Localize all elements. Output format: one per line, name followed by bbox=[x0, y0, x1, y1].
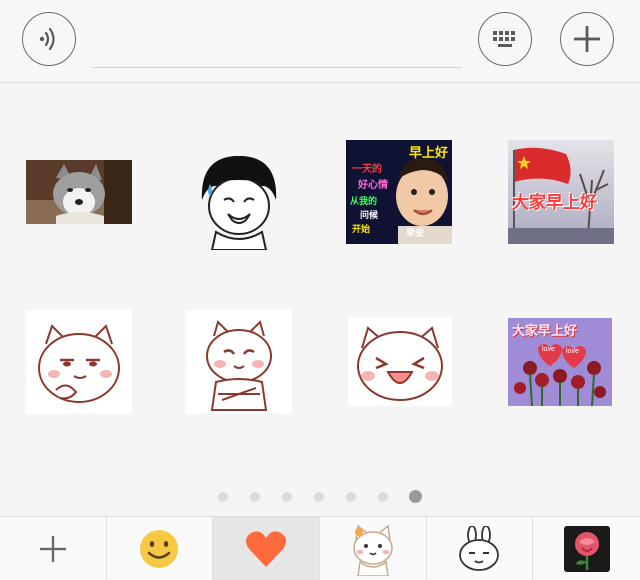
sticker-grid: 早上好 一天的 好心情 从我的 问候 开始 早安 大家早上好 大家早上好 lov… bbox=[0, 100, 640, 470]
morning-badge: 早安 bbox=[406, 228, 425, 238]
bowlcut-boy-image bbox=[201, 156, 277, 250]
rabbit-pack-tab[interactable] bbox=[427, 517, 534, 580]
voice-input-button[interactable] bbox=[22, 12, 76, 66]
rose-icon bbox=[563, 525, 610, 572]
page-indicator bbox=[0, 488, 640, 508]
cat-smirk-hand-chin-sticker[interactable] bbox=[26, 310, 132, 414]
roses-caption: 大家早上好 bbox=[512, 323, 578, 338]
page-dot[interactable] bbox=[250, 492, 260, 502]
heart-label-1: love bbox=[542, 346, 555, 353]
heart-label-2: love bbox=[566, 348, 579, 355]
husky-image bbox=[26, 160, 132, 224]
morning-line-1: 一天的 bbox=[352, 164, 382, 175]
cat-laugh-image bbox=[357, 326, 443, 401]
cat-arms-crossed-sticker[interactable] bbox=[186, 310, 292, 414]
page-dot[interactable] bbox=[314, 492, 324, 502]
husky-dog-sticker[interactable] bbox=[26, 160, 132, 224]
page-dot-active[interactable] bbox=[409, 490, 422, 503]
page-dot[interactable] bbox=[282, 492, 292, 502]
morning-line-3: 从我的 bbox=[350, 196, 378, 206]
smiley-icon bbox=[140, 529, 179, 568]
crying-bowlcut-boy-sticker[interactable] bbox=[186, 150, 292, 250]
voice-wave-icon bbox=[39, 27, 55, 51]
plus-icon bbox=[574, 26, 600, 52]
flag-caption: 大家早上好 bbox=[512, 193, 597, 212]
morning-title: 早上好 bbox=[408, 145, 448, 160]
rabbit-icon bbox=[459, 525, 500, 571]
add-sticker-tab[interactable] bbox=[0, 517, 107, 580]
page-dot[interactable] bbox=[218, 492, 228, 502]
sticker-tab-bar bbox=[0, 516, 640, 580]
input-toolbar bbox=[0, 0, 640, 83]
cat-icon bbox=[353, 524, 393, 576]
heart-icon bbox=[246, 530, 287, 567]
cat-arms-image bbox=[206, 320, 272, 411]
good-morning-flag-sticker[interactable]: 大家早上好 bbox=[508, 140, 614, 244]
good-morning-roses-sticker[interactable]: 大家早上好 love love bbox=[508, 318, 612, 406]
cat-pack-tab[interactable] bbox=[320, 517, 427, 580]
good-morning-baby-sticker[interactable]: 早上好 一天的 好心情 从我的 问候 开始 早安 bbox=[346, 140, 452, 244]
morning-line-5: 开始 bbox=[352, 224, 371, 234]
emoji-tab[interactable] bbox=[107, 517, 214, 580]
keyboard-icon bbox=[493, 31, 515, 47]
cat-smirk-image bbox=[38, 324, 120, 403]
more-functions-button[interactable] bbox=[560, 12, 614, 66]
morning-line-4: 问候 bbox=[360, 210, 379, 220]
favorites-tab[interactable] bbox=[213, 517, 320, 580]
text-input-underline[interactable] bbox=[92, 67, 462, 68]
page-dot[interactable] bbox=[378, 492, 388, 502]
plus-icon bbox=[39, 535, 66, 562]
morning-line-2: 好心情 bbox=[358, 180, 388, 191]
cat-laughing-sticker[interactable] bbox=[348, 318, 452, 406]
keyboard-button[interactable] bbox=[478, 12, 532, 66]
rose-pack-tab[interactable] bbox=[533, 517, 640, 580]
page-dot[interactable] bbox=[346, 492, 356, 502]
